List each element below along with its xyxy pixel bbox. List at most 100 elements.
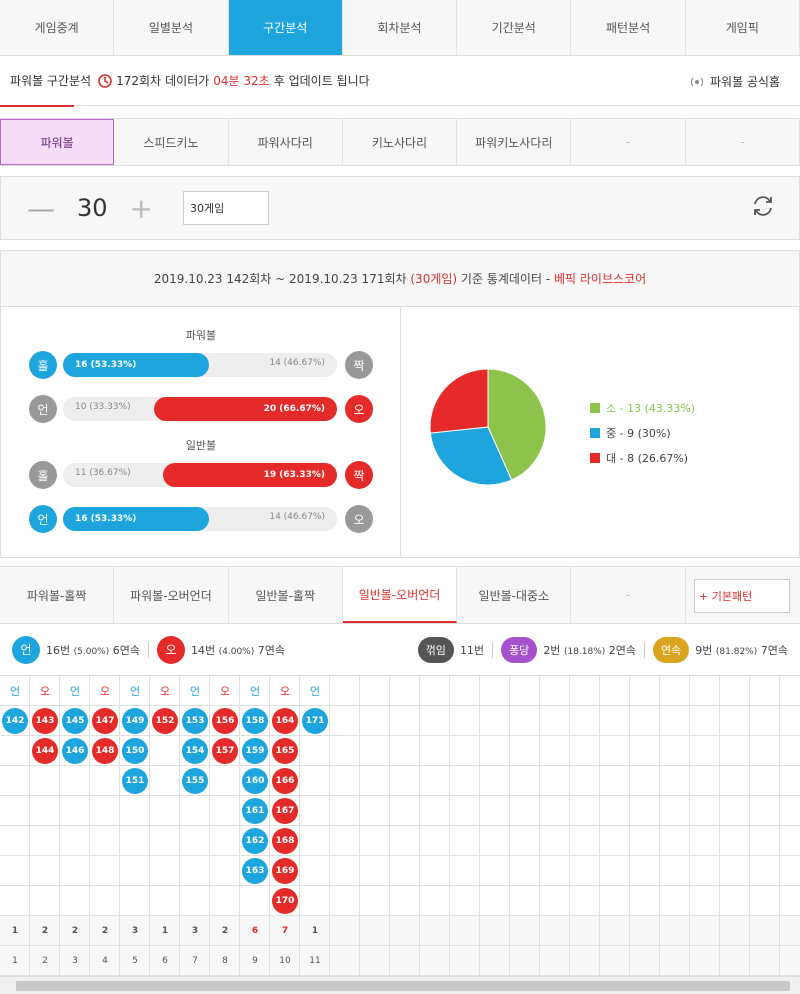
increase-button[interactable]: + [130,192,153,225]
official-home-link[interactable]: 파워볼 공식홈 [689,73,780,90]
grid-cell [660,826,690,856]
grid-cell [150,856,180,886]
grid-cell [150,796,180,826]
grid-cell [570,856,600,886]
grid-cell [390,886,420,916]
grid-cell [750,946,780,976]
nav-tab[interactable]: 회차분석 [343,0,458,55]
grid-cell [30,766,60,796]
game-type-tab[interactable]: 파워키노사다리 [457,119,572,165]
grid-cell [750,856,780,886]
grid-cell [420,886,450,916]
grid-cell [690,916,720,946]
ratio-fill: 20 (66.67%) [154,397,337,421]
grid-cell [540,736,570,766]
pattern-tab[interactable]: 일반볼-오버언더 [342,567,458,623]
column-head: 언 [189,685,201,698]
game-count-control: — 30 + 30게임 [0,176,800,240]
grid-cell [420,856,450,886]
nav-tab[interactable]: 게임픽 [686,0,800,55]
pattern-tabs: 파워볼-홀짝 파워볼-오버언더 일반볼-홀짝 일반볼-오버언더 일반볼-대중소 - + 기본… [0,566,800,624]
stats-panel: 2019.10.23 142회차 ~ 2019.10.23 171회차 (30게… [0,250,800,558]
grid-cell [540,946,570,976]
grid-cell [780,886,800,916]
column-head: 오 [39,685,51,698]
nav-tab[interactable]: 기간분석 [457,0,572,55]
grid-cell [720,856,750,886]
refresh-icon[interactable] [749,192,777,220]
game-type-tab[interactable]: 스피드키노 [114,119,229,165]
ratio-bar-row: 언 오 20 (66.67%) 10 (33.33%) [29,395,375,423]
result-ball: 159 [242,738,268,764]
grid-cell [360,946,390,976]
grid-cell [480,736,510,766]
grid-cell [510,736,540,766]
column-count: 2 [101,926,109,936]
nav-tab[interactable]: 게임중계 [0,0,115,55]
grid-cell [210,856,240,886]
grid-cell [750,676,780,706]
pattern-tab[interactable]: 파워볼-오버언더 [114,567,229,623]
result-ball: 150 [122,738,148,764]
nav-tab[interactable]: 일별분석 [114,0,229,55]
column-index: 5 [132,956,138,966]
grid-cell [0,796,30,826]
countdown-timer: 04분 32초 [213,74,270,88]
grid-cell [60,826,90,856]
grid-cell [630,856,660,886]
column-index: 8 [222,956,228,966]
nav-tab[interactable]: 패턴분석 [571,0,686,55]
over-count: 14번 (4.00%) 7연속 [191,643,285,657]
game-type-tab[interactable]: 파워볼 [0,119,115,165]
result-ball: 157 [212,738,238,764]
grid-cell [30,826,60,856]
result-ball: 151 [122,768,148,794]
section-title: 파워볼 구간분석 [10,74,92,88]
grid-cell [480,946,510,976]
nav-tab[interactable]: 구간분석 [228,0,343,55]
game-count-select[interactable]: 30게임 [183,191,270,225]
consecutive-count: 9번 (81.82%) 7연속 [695,643,788,657]
grid-cell [360,856,390,886]
result-ball: 156 [212,708,238,734]
grid-cell [630,736,660,766]
pattern-tab[interactable]: - [571,567,686,623]
ratio-track: 16 (53.33%) 14 (46.67%) [63,353,337,377]
pattern-tab[interactable]: 일반볼-대중소 [457,567,572,623]
grid-cell [330,916,360,946]
grid-cell [570,886,600,916]
game-type-tab[interactable]: 파워사다리 [229,119,343,165]
pattern-tab[interactable]: 파워볼-홀짝 [0,567,115,623]
result-ball: 161 [242,798,268,824]
grid-cell [660,916,690,946]
grid-cell [780,826,800,856]
game-type-tab[interactable]: 키노사다리 [343,119,458,165]
scrollbar-thumb[interactable] [16,981,790,991]
ratio-right-icon: 짝 [345,461,373,489]
ratio-other-value: 14 (46.67%) [269,512,325,522]
column-count: 1 [11,926,19,936]
column-index: 2 [42,956,48,966]
pattern-tab[interactable]: 일반볼-홀짝 [229,567,343,623]
grid-cell [390,916,420,946]
game-type-tab[interactable]: - [571,119,686,165]
grid-cell [30,796,60,826]
grid-cell [510,946,540,976]
game-type-tab[interactable]: - [686,119,800,165]
grid-cell [210,766,240,796]
result-ball: 160 [242,768,268,794]
grid-cell [120,796,150,826]
grid-cell [750,736,780,766]
grid-cell [570,676,600,706]
grid-cell [510,856,540,886]
decrease-button[interactable]: — [27,192,55,225]
powerball-group-label: 파워볼 [185,329,217,342]
result-ball: 143 [32,708,58,734]
grid-cell [420,766,450,796]
basic-pattern-button[interactable]: + 기본패턴 [694,579,790,613]
grid-cell [540,676,570,706]
horizontal-scrollbar[interactable] [0,976,800,994]
grid-cell [300,766,330,796]
grid-cell [60,766,90,796]
column-index: 10 [279,956,291,966]
